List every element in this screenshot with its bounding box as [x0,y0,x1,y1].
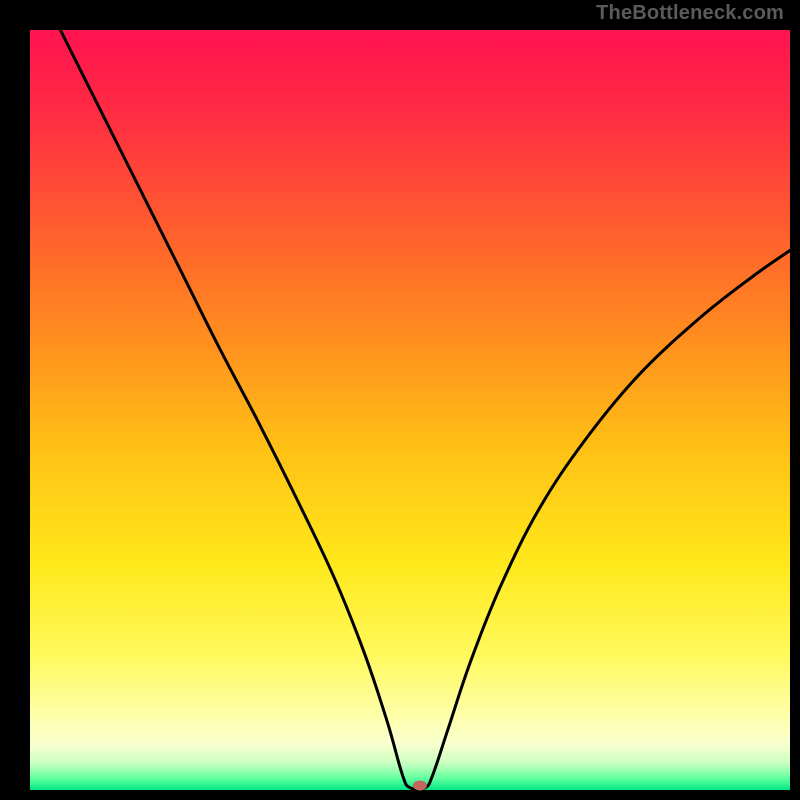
optimal-point-marker [413,780,427,790]
chart-stage: TheBottleneck.com [0,0,800,800]
gradient-background [30,30,790,790]
bottleneck-chart [0,0,800,800]
